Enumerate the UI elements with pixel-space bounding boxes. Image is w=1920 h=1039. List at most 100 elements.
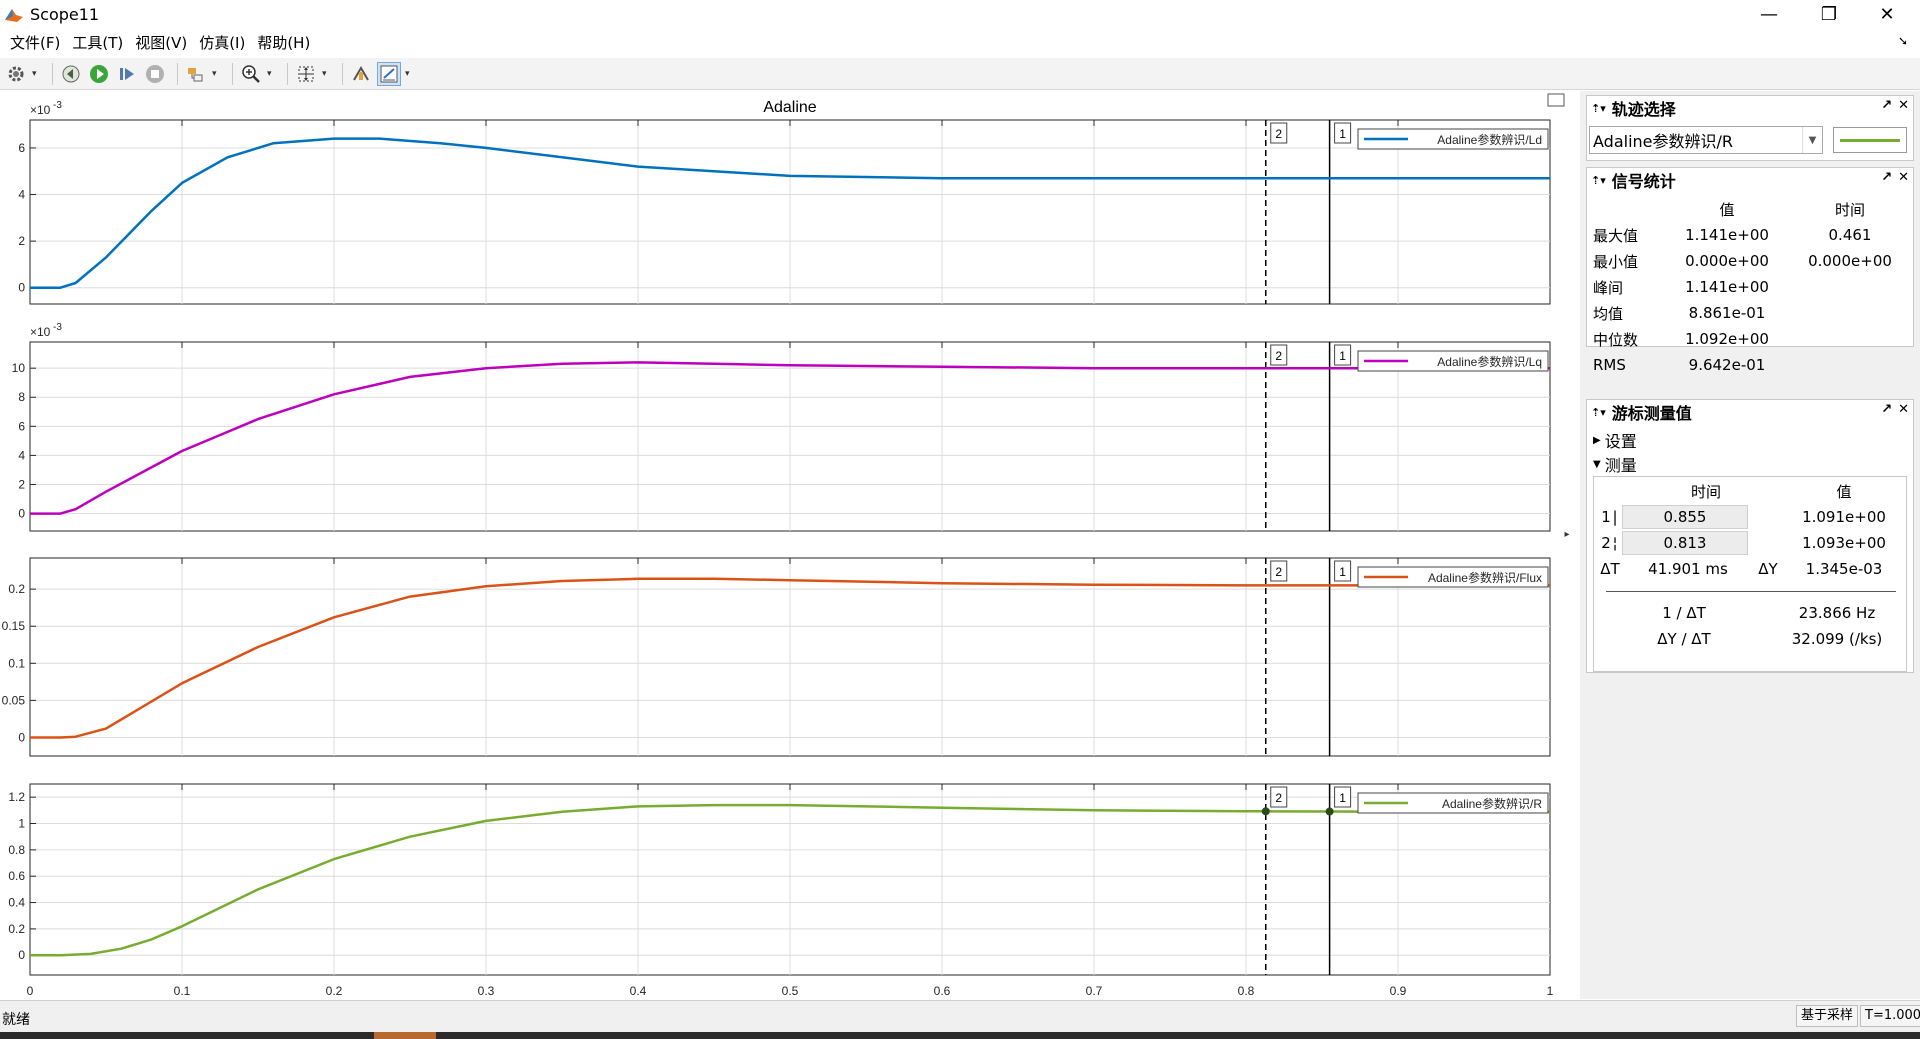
- toolbar-separator: [177, 62, 178, 85]
- close-icon[interactable]: ✕: [1898, 170, 1909, 185]
- settings-section-toggle[interactable]: ▶ 设置: [1593, 428, 1637, 452]
- plots-canvas[interactable]: Adaline0246×10 -32 1 Adaline参数辨识/Ld0246810×…: [0, 91, 1580, 999]
- step-forward-button[interactable]: [115, 62, 139, 86]
- y-exponent-power: -3: [53, 100, 62, 111]
- settings-button[interactable]: [4, 62, 28, 86]
- run-button[interactable]: [87, 62, 111, 86]
- fit-dropdown[interactable]: ▾: [322, 69, 330, 79]
- zoom-button[interactable]: [239, 62, 263, 86]
- signal-stats-header[interactable]: ⇡▾ 信号统计 ↗ ✕: [1587, 168, 1913, 192]
- trace-selection-header[interactable]: ⇡▾ 轨迹选择 ↗ ✕: [1587, 96, 1913, 120]
- delta-t-value: 41.901 ms: [1648, 560, 1728, 578]
- stop-icon: [146, 64, 164, 83]
- y-tick-label: 4: [18, 188, 25, 202]
- menu-simulation[interactable]: 仿真(I): [193, 31, 251, 55]
- settings-dropdown[interactable]: ▾: [32, 69, 40, 79]
- status-ready: 就绪: [2, 1012, 30, 1028]
- collapse-icon[interactable]: ⇡▾: [1591, 102, 1606, 115]
- close-icon[interactable]: ✕: [1898, 98, 1909, 113]
- signal-stats-panel: ⇡▾ 信号统计 ↗ ✕ 值 时间 最大值 1.141e+00 0.461 最小值 …: [1586, 167, 1914, 374]
- measure-header-row: 时间 值: [1594, 479, 1908, 503]
- stats-value: 1.141e+00: [1685, 278, 1769, 296]
- signal-select-button[interactable]: [349, 62, 373, 86]
- zoom-dropdown[interactable]: ▾: [267, 69, 275, 79]
- stats-label: 中位数: [1593, 330, 1639, 349]
- cursor-1-tag-label: 1: [1339, 349, 1346, 363]
- y-tick-label: 0.4: [8, 896, 25, 910]
- minimize-button[interactable]: —: [1740, 0, 1798, 29]
- x-tick-label: 0.3: [478, 984, 495, 998]
- menu-tools[interactable]: 工具(T): [66, 31, 129, 55]
- stop-button[interactable]: [143, 62, 167, 86]
- taskbar-strip: [0, 1032, 1920, 1039]
- cursor2-label: 2: [1601, 534, 1611, 552]
- slope-label: ΔY / ΔT: [1657, 630, 1711, 648]
- y-tick-label: 4: [18, 448, 25, 462]
- cursor-measure-icon: [380, 65, 398, 82]
- cursor-2-tag-label: 2: [1275, 791, 1282, 805]
- title-bar: Scope11 — ❐ ✕: [0, 0, 1920, 29]
- cursor2-row: 2 ¦ 0.813 1.093e+00: [1594, 531, 1908, 555]
- undock-icon[interactable]: ↗: [1881, 170, 1892, 185]
- plot-area[interactable]: Adaline 0 2 4 6 ×10 -3 2 1 Adaline参数辨识/Ld 0 2 4 6 8 10 ×…: [0, 91, 1580, 999]
- trace-dropdown-value: Adaline参数辨识/R: [1593, 132, 1734, 151]
- menu-help[interactable]: 帮助(H): [251, 31, 316, 55]
- undock-icon[interactable]: ↗: [1881, 98, 1892, 113]
- close-button[interactable]: ✕: [1858, 0, 1916, 29]
- cursor2-time-field[interactable]: 0.813: [1622, 531, 1748, 555]
- stats-time: 0.461: [1828, 226, 1872, 244]
- step-forward-icon: [120, 67, 134, 80]
- chevron-down-icon[interactable]: ▼: [1802, 127, 1822, 153]
- measure-col-value: 值: [1836, 482, 1852, 501]
- restore-button[interactable]: ❐: [1800, 0, 1858, 29]
- y-tick-label: 6: [18, 419, 25, 433]
- cursor2-dashed-marker-icon: ¦: [1612, 534, 1618, 552]
- menu-file[interactable]: 文件(F): [4, 31, 66, 55]
- fit-to-view-icon: [298, 66, 314, 81]
- x-tick-label: 0.2: [326, 984, 343, 998]
- side-panel-arrows-icon: ▸: [1564, 529, 1569, 540]
- menu-view[interactable]: 视图(V): [129, 31, 193, 55]
- cursor-2-tag-label: 2: [1275, 127, 1282, 141]
- pin-toolbar-icon[interactable]: ➘: [1898, 34, 1908, 48]
- cursor-measure-button[interactable]: [377, 61, 401, 86]
- settings-section-label: 设置: [1604, 432, 1637, 451]
- window-title: Scope11: [30, 5, 100, 24]
- y-exponent-label: ×10: [30, 325, 51, 339]
- stats-time: 0.000e+00: [1808, 252, 1892, 270]
- rewind-icon: [62, 65, 80, 82]
- cursor1-row: 1 | 0.855 1.091e+00: [1594, 505, 1908, 529]
- fit-to-view-button[interactable]: [294, 62, 318, 86]
- cursor-measure-dropdown[interactable]: ▾: [405, 69, 413, 79]
- taskbar-active-item[interactable]: [374, 1032, 436, 1039]
- stats-label: 最小值: [1593, 252, 1639, 271]
- trace-dropdown[interactable]: Adaline参数辨识/R ▼: [1589, 126, 1823, 154]
- close-icon[interactable]: ✕: [1898, 402, 1909, 417]
- trace-line-style-button[interactable]: [1833, 127, 1907, 153]
- status-bar: 就绪 基于采样 T=1.000: [0, 1000, 1920, 1032]
- trace-selection-panel: ⇡▾ 轨迹选择 ↗ ✕ Adaline参数辨识/R ▼: [1586, 95, 1914, 161]
- collapse-icon[interactable]: ⇡▾: [1591, 406, 1606, 419]
- cursor-measurements-header[interactable]: ⇡▾ 游标测量值 ↗ ✕: [1587, 400, 1913, 424]
- y-tick-label: 0: [18, 948, 25, 962]
- toolbar-separator: [232, 62, 233, 85]
- slope-row: ΔY / ΔT 32.099 (/ks): [1594, 627, 1908, 651]
- cursor-2-tag-label: 2: [1275, 349, 1282, 363]
- highlight-dropdown[interactable]: ▾: [212, 69, 220, 79]
- run-icon: [90, 64, 108, 83]
- inverse-dt-label: 1 / ΔT: [1662, 604, 1706, 622]
- stats-value: 1.092e+00: [1685, 330, 1769, 348]
- y-tick-label: 0.15: [2, 619, 26, 633]
- measure-section-toggle[interactable]: ▼ 测量: [1593, 452, 1637, 476]
- y-tick-label: 0: [18, 281, 25, 295]
- step-back-button[interactable]: [59, 62, 83, 86]
- undock-icon[interactable]: ↗: [1881, 402, 1892, 417]
- delta-t-label: ΔT: [1600, 560, 1620, 578]
- caret-down-icon: ▼: [1593, 458, 1601, 470]
- collapse-icon[interactable]: ⇡▾: [1591, 174, 1606, 187]
- cursor1-time-field[interactable]: 0.855: [1622, 505, 1748, 529]
- trace-selection-title: 轨迹选择: [1611, 100, 1676, 119]
- highlight-block-button[interactable]: [184, 62, 208, 86]
- y-tick-label: 2: [18, 234, 25, 248]
- toolbar: ▾ ▾ ▾ ▾ ▾: [0, 58, 1920, 90]
